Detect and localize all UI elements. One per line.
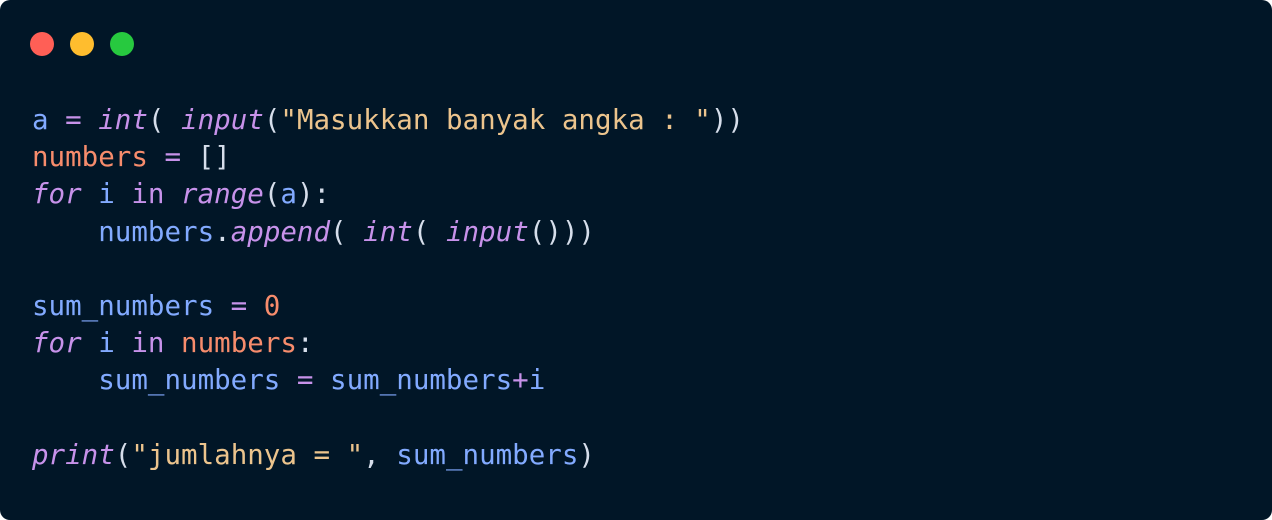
code-token: numbers — [181, 327, 297, 360]
code-token: for — [32, 178, 82, 211]
code-line: a = int( input("Masukkan banyak angka : … — [32, 102, 744, 139]
code-token: i — [528, 364, 546, 397]
code-token: a — [280, 178, 297, 211]
code-token: = — [48, 104, 99, 136]
code-line: numbers.append( int( input())) — [32, 214, 744, 251]
code-line: sum_numbers = sum_numbers+i — [32, 362, 744, 399]
code-token: numbers — [98, 215, 215, 248]
code-token: int — [98, 104, 148, 136]
code-token: print — [32, 438, 115, 471]
code-token: "jumlahnya = " — [131, 438, 364, 471]
code-line: numbers = [] — [32, 139, 744, 176]
code-line: print("jumlahnya = ", sum_numbers) — [32, 437, 744, 474]
code-token: = — [147, 141, 198, 174]
code-token: + — [512, 364, 529, 397]
code-line: for i in range(a): — [32, 176, 744, 213]
code-token: ())) — [528, 215, 595, 248]
code-token: , — [363, 438, 397, 471]
code-token: : — [296, 327, 314, 360]
code-token: sum_numbers — [330, 364, 513, 397]
code-token: a — [32, 104, 49, 136]
code-token: sum_numbers — [98, 364, 281, 397]
code-token: [] — [197, 141, 231, 174]
code-token: . — [214, 215, 231, 248]
close-button[interactable] — [30, 32, 54, 56]
code-window: a = int( input("Masukkan banyak angka : … — [0, 0, 1272, 520]
code-line: sum_numbers = 0 — [32, 288, 744, 325]
code-token: ( — [330, 215, 347, 248]
code-token: ) — [578, 438, 595, 471]
code-token: "Masukkan banyak angka : " — [280, 104, 711, 136]
code-token: ): — [296, 178, 331, 211]
code-token: = — [214, 289, 264, 322]
window-controls — [30, 32, 134, 56]
code-token: in — [131, 327, 165, 360]
code-token: )) — [710, 104, 744, 136]
maximize-button[interactable] — [110, 32, 134, 56]
code-token: sum_numbers — [32, 289, 215, 322]
code-token: ( — [263, 178, 281, 211]
code-token: input — [445, 215, 529, 248]
code-token: ( — [114, 438, 132, 471]
code-token: i — [98, 327, 115, 360]
minimize-button[interactable] — [70, 32, 94, 56]
code-token: range — [181, 178, 264, 211]
code-block: a = int( input("Masukkan banyak angka : … — [32, 102, 744, 474]
code-token: int — [363, 215, 413, 248]
code-token: in — [131, 178, 165, 211]
code-token: sum_numbers — [396, 438, 579, 471]
code-token: 0 — [263, 289, 281, 322]
code-token: for — [32, 327, 82, 360]
code-token: append — [230, 215, 331, 248]
code-token: = — [280, 364, 331, 397]
code-token: i — [98, 178, 115, 211]
code-token: numbers — [32, 141, 148, 174]
code-line: for i in numbers: — [32, 325, 744, 362]
code-token: input — [181, 104, 264, 136]
code-token: ( — [412, 215, 430, 248]
code-token: ( — [263, 104, 281, 136]
code-token: ( — [147, 104, 165, 136]
